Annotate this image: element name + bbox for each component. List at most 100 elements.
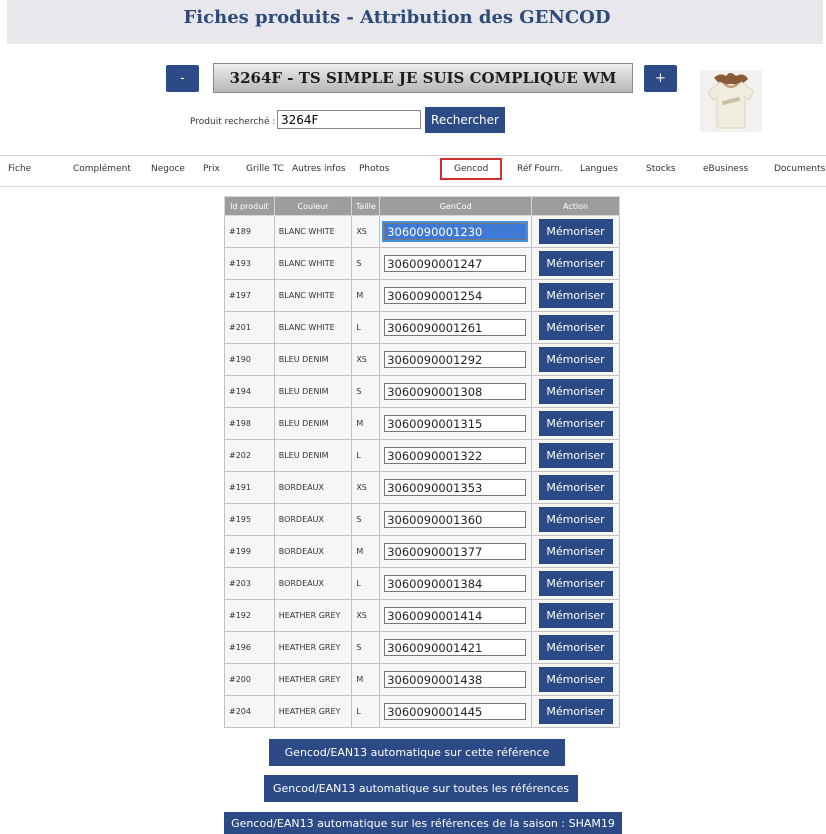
table-header-row: Id produit Couleur Taille GenCod Action: [224, 196, 620, 216]
gencod-input[interactable]: [384, 607, 527, 624]
tab-ebusiness[interactable]: eBusiness: [703, 164, 748, 174]
cell-id: #197: [224, 279, 275, 312]
cell-couleur: HEATHER GREY: [273, 663, 353, 696]
cell-couleur: BORDEAUX: [273, 503, 353, 536]
cell-taille: S: [351, 503, 381, 536]
gencod-input[interactable]: [384, 287, 527, 304]
cell-id: #189: [224, 215, 275, 248]
cell-couleur: BORDEAUX: [273, 567, 353, 600]
gencod-input[interactable]: [384, 447, 527, 464]
cell-taille: M: [351, 535, 381, 568]
tab-documents[interactable]: Documents: [774, 164, 825, 174]
gencod-table: Id produit Couleur Taille GenCod Action …: [224, 196, 620, 728]
next-product-button[interactable]: +: [644, 65, 677, 92]
cell-taille: XS: [351, 215, 381, 248]
gencod-input[interactable]: [384, 639, 527, 656]
cell-taille: L: [351, 311, 381, 344]
memoriser-button[interactable]: Mémoriser: [538, 635, 613, 660]
col-action: Action: [531, 196, 620, 216]
gencod-input[interactable]: [384, 511, 527, 528]
gencod-input[interactable]: [384, 703, 527, 720]
cell-id: #199: [224, 535, 275, 568]
product-search-input[interactable]: [277, 110, 421, 129]
gencod-input[interactable]: [384, 383, 527, 400]
table-row: #198 BLEU DENIM M Mémoriser: [224, 407, 620, 440]
table-row: #199 BORDEAUX M Mémoriser: [224, 535, 620, 568]
tab-fiche[interactable]: Fiche: [8, 164, 31, 174]
gencod-input[interactable]: [384, 575, 527, 592]
memoriser-button[interactable]: Mémoriser: [538, 411, 613, 436]
memoriser-button[interactable]: Mémoriser: [538, 507, 613, 532]
memoriser-button[interactable]: Mémoriser: [538, 443, 613, 468]
gencod-input[interactable]: [384, 415, 527, 432]
memoriser-button[interactable]: Mémoriser: [538, 347, 613, 372]
cell-couleur: HEATHER GREY: [273, 631, 353, 664]
tab-photos[interactable]: Photos: [359, 164, 389, 174]
col-couleur: Couleur: [273, 196, 353, 216]
cell-taille: M: [351, 279, 381, 312]
tab-langues[interactable]: Langues: [580, 164, 618, 174]
auto-gencod-all-references-button[interactable]: Gencod/EAN13 automatique sur toutes les …: [264, 775, 578, 802]
memoriser-button[interactable]: Mémoriser: [538, 379, 613, 404]
previous-product-button[interactable]: -: [166, 65, 199, 92]
memoriser-button[interactable]: Mémoriser: [538, 251, 613, 276]
cell-id: #190: [224, 343, 275, 376]
cell-taille: S: [351, 631, 381, 664]
cell-couleur: BLANC WHITE: [273, 215, 353, 248]
gencod-input[interactable]: [384, 319, 527, 336]
product-thumbnail: [700, 70, 762, 132]
memoriser-button[interactable]: Mémoriser: [538, 475, 613, 500]
memoriser-button[interactable]: Mémoriser: [538, 571, 613, 596]
memoriser-button[interactable]: Mémoriser: [538, 603, 613, 628]
table-row: #200 HEATHER GREY M Mémoriser: [224, 663, 620, 696]
table-row: #194 BLEU DENIM S Mémoriser: [224, 375, 620, 408]
cell-id: #201: [224, 311, 275, 344]
cell-id: #200: [224, 663, 275, 696]
gencod-input[interactable]: [384, 255, 527, 272]
cell-taille: S: [351, 247, 381, 280]
cell-taille: L: [351, 567, 381, 600]
cell-id: #194: [224, 375, 275, 408]
memoriser-button[interactable]: Mémoriser: [538, 699, 613, 724]
gencod-input[interactable]: [382, 221, 529, 242]
tab-complement[interactable]: Complément: [73, 164, 131, 174]
auto-gencod-season-button[interactable]: Gencod/EAN13 automatique sur les référen…: [224, 812, 622, 834]
cell-taille: XS: [351, 471, 381, 504]
tab-autres-infos[interactable]: Autres infos: [292, 164, 346, 174]
cell-id: #193: [224, 247, 275, 280]
tab-grille-tc[interactable]: Grille TC: [246, 164, 284, 174]
cell-taille: M: [351, 407, 381, 440]
memoriser-button[interactable]: Mémoriser: [538, 315, 613, 340]
gencod-input[interactable]: [384, 671, 527, 688]
cell-couleur: HEATHER GREY: [273, 695, 353, 728]
cell-couleur: BLEU DENIM: [273, 407, 353, 440]
cell-id: #196: [224, 631, 275, 664]
table-row: #195 BORDEAUX S Mémoriser: [224, 503, 620, 536]
tab-negoce[interactable]: Negoce: [151, 164, 185, 174]
table-row: #197 BLANC WHITE M Mémoriser: [224, 279, 620, 312]
cell-id: #195: [224, 503, 275, 536]
search-button[interactable]: Rechercher: [425, 107, 505, 133]
cell-taille: L: [351, 695, 381, 728]
cell-taille: L: [351, 439, 381, 472]
gencod-input[interactable]: [384, 351, 527, 368]
col-taille: Taille: [351, 196, 381, 216]
col-gencod: GenCod: [379, 196, 533, 216]
table-row: #203 BORDEAUX L Mémoriser: [224, 567, 620, 600]
memoriser-button[interactable]: Mémoriser: [538, 667, 613, 692]
page-title: Fiches produits - Attribution des GENCOD: [183, 7, 611, 28]
tab-stocks[interactable]: Stocks: [646, 164, 676, 174]
tab-ref-fourn[interactable]: Réf Fourn.: [517, 164, 563, 174]
cell-taille: XS: [351, 343, 381, 376]
tab-prix[interactable]: Prix: [203, 164, 220, 174]
tab-gencod[interactable]: Gencod: [440, 158, 503, 180]
gencod-input[interactable]: [384, 479, 527, 496]
gencod-input[interactable]: [384, 543, 527, 560]
memoriser-button[interactable]: Mémoriser: [538, 219, 613, 244]
memoriser-button[interactable]: Mémoriser: [538, 539, 613, 564]
memoriser-button[interactable]: Mémoriser: [538, 283, 613, 308]
auto-gencod-this-reference-button[interactable]: Gencod/EAN13 automatique sur cette référ…: [269, 739, 565, 766]
cell-couleur: BLANC WHITE: [273, 279, 353, 312]
table-row: #196 HEATHER GREY S Mémoriser: [224, 631, 620, 664]
cell-id: #204: [224, 695, 275, 728]
